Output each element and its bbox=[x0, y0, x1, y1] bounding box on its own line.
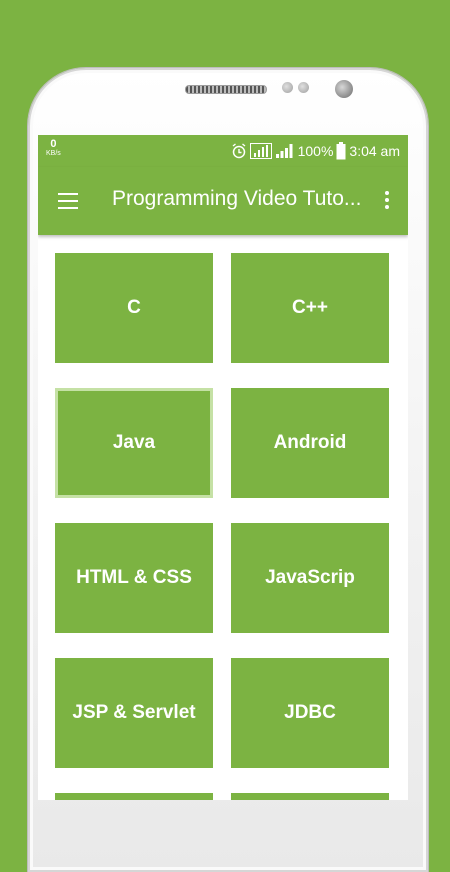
light-sensor bbox=[298, 82, 309, 93]
tile-android[interactable]: Android bbox=[231, 388, 389, 498]
tile-partial-right[interactable] bbox=[231, 793, 389, 800]
signal-strength-icon bbox=[275, 143, 295, 159]
app-toolbar: Programming Video Tuto... bbox=[38, 167, 408, 235]
front-camera bbox=[335, 80, 353, 98]
tile-javascript[interactable]: JavaScrip bbox=[231, 523, 389, 633]
status-bar: 0 KB/s 100% 3:04 am bbox=[38, 135, 408, 167]
tile-jsp-servlet[interactable]: JSP & Servlet bbox=[55, 658, 213, 768]
page-title: Programming Video Tuto... bbox=[112, 187, 362, 210]
phone-screen: 0 KB/s 100% 3:04 am Programming Video Tu… bbox=[38, 135, 408, 800]
tile-jdbc[interactable]: JDBC bbox=[231, 658, 389, 768]
tile-html-css[interactable]: HTML & CSS bbox=[55, 523, 213, 633]
clock-time: 3:04 am bbox=[349, 143, 400, 159]
proximity-sensor bbox=[282, 82, 293, 93]
tile-cpp[interactable]: C++ bbox=[231, 253, 389, 363]
network-speed: 0 KB/s bbox=[46, 139, 61, 159]
topic-grid: C C++ Java Android HTML & CSS JavaScrip … bbox=[55, 253, 391, 800]
speaker-grille bbox=[185, 85, 267, 94]
tile-partial-left[interactable] bbox=[55, 793, 213, 800]
alarm-icon bbox=[231, 143, 247, 159]
tile-java[interactable]: Java bbox=[55, 388, 213, 498]
battery-icon bbox=[336, 142, 346, 160]
tile-c[interactable]: C bbox=[55, 253, 213, 363]
network-speed-unit: KB/s bbox=[46, 150, 61, 157]
data-signal-icon bbox=[249, 143, 272, 159]
hamburger-menu-icon[interactable] bbox=[58, 193, 78, 209]
more-options-icon[interactable] bbox=[384, 191, 390, 211]
battery-percent: 100% bbox=[297, 143, 334, 159]
